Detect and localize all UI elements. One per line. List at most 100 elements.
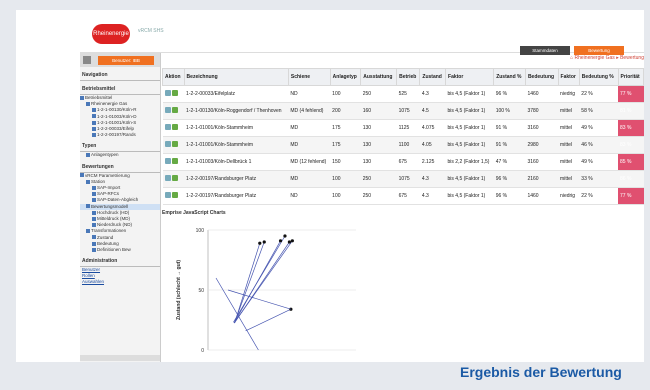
folder-icon xyxy=(86,179,90,184)
table-row[interactable]: 1-2-1-01001/Köln-Stammheim MD 175 130 1100 4.… xyxy=(162,136,644,154)
column-header[interactable]: Bedeutung xyxy=(524,68,559,86)
action-cell xyxy=(162,170,185,188)
user-button[interactable]: Benutzer: IBB xyxy=(98,56,154,65)
table-cell: mittel xyxy=(558,170,580,188)
tree-betriebsmittel: Betriebsmittel Rheinenergie Gas 1-2-1-00… xyxy=(80,95,160,138)
station-icon xyxy=(92,120,96,125)
data-point[interactable] xyxy=(258,241,262,245)
column-header[interactable]: Aktion xyxy=(162,68,185,86)
series-line xyxy=(234,241,265,324)
data-point[interactable] xyxy=(287,240,291,244)
app-title: vRCM SHS xyxy=(138,28,164,34)
column-header[interactable]: Ausstattung xyxy=(360,68,398,86)
data-point[interactable] xyxy=(283,234,287,238)
grid-icon[interactable] xyxy=(83,56,91,64)
column-header[interactable]: Priorität xyxy=(617,68,644,86)
column-header[interactable]: Bezeichnung xyxy=(183,68,289,86)
rheinenergie-logo: Rheinenergie xyxy=(92,24,130,44)
column-header[interactable]: Faktor xyxy=(445,68,495,86)
breadcrumb: ⌂ Rheinenergie Gas ▸ Bewertung xyxy=(570,55,644,61)
table-row[interactable]: 1-2-1-01003/Köln-Dellbrück 1 MD (12 fehle… xyxy=(162,153,644,171)
table-cell: bis 4,5 (Faktor 1) xyxy=(445,102,494,120)
column-header[interactable]: Bedeutung % xyxy=(578,68,619,86)
search-icon[interactable] xyxy=(164,192,171,198)
table-row[interactable]: 1-2-2-00197/Randsburger Platz MD 100 250 107… xyxy=(162,170,644,188)
series-line xyxy=(227,289,291,310)
series-line xyxy=(215,277,259,351)
gear-icon xyxy=(92,223,96,228)
station-icon xyxy=(92,133,96,138)
table-cell: 4.05 xyxy=(419,136,446,154)
tree-item[interactable]: 1-2-2-00197/Rands xyxy=(80,132,160,138)
table-cell: 2.125 xyxy=(419,153,446,171)
table-row[interactable]: 1-2-2-00033/Eifelplatz ND 100 250 525 4.3 bis … xyxy=(162,85,644,103)
table-cell: bis 4,5 (Faktor 1) xyxy=(445,170,494,188)
table-cell: bis 4,5 (Faktor 1) xyxy=(445,85,494,103)
column-header[interactable]: Betrieb xyxy=(396,68,421,86)
edit-icon[interactable] xyxy=(171,192,178,198)
search-icon[interactable] xyxy=(164,141,171,147)
tree-item[interactable]: Anlagentypen xyxy=(80,152,160,158)
series-line xyxy=(233,240,281,324)
data-point[interactable] xyxy=(278,239,283,243)
search-icon[interactable] xyxy=(164,107,171,113)
data-point[interactable] xyxy=(290,239,294,243)
column-header[interactable]: Faktor xyxy=(557,68,580,86)
edit-icon[interactable] xyxy=(171,90,178,96)
station-icon xyxy=(92,108,96,113)
column-header[interactable]: Anlagetyp xyxy=(329,68,362,86)
table-cell: 100 xyxy=(330,85,361,103)
table-cell: 49 % xyxy=(579,119,619,137)
table-cell: bis 4,5 (Faktor 1) xyxy=(445,187,494,205)
table-cell: 96 % xyxy=(493,187,526,205)
series-line xyxy=(234,241,290,324)
search-icon[interactable] xyxy=(164,90,171,96)
table-cell: 1-2-2-00197/Randsburger Platz xyxy=(184,170,289,188)
section-typen: Typen xyxy=(80,141,160,153)
column-header[interactable]: Zustand % xyxy=(493,68,526,86)
edit-icon[interactable] xyxy=(171,141,178,147)
edit-icon[interactable] xyxy=(171,158,178,164)
search-icon[interactable] xyxy=(164,124,171,130)
table-cell: MD xyxy=(288,119,331,137)
folder-icon xyxy=(86,204,90,209)
column-header[interactable]: Schiene xyxy=(287,68,331,86)
table-cell: 1-2-1-01001/Köln-Stammheim xyxy=(184,119,289,137)
data-point[interactable] xyxy=(262,240,266,244)
station-icon xyxy=(92,126,96,131)
edit-icon[interactable] xyxy=(171,175,178,181)
app-window: Rheinenergie vRCM SHS Stammdaten Bewertu… xyxy=(16,10,644,362)
table-cell: 4.075 xyxy=(419,119,446,137)
section-bewertungen: Bewertungen xyxy=(80,162,160,173)
edit-icon[interactable] xyxy=(171,107,178,113)
table-row[interactable]: 1-2-1-01001/Köln-Stammheim MD 175 130 1125 4.… xyxy=(162,119,644,137)
column-header[interactable]: Zustand xyxy=(419,68,447,86)
table-row[interactable]: 1-2-2-00197/Randsburger Platz ND 100 250 675… xyxy=(162,187,644,205)
table-cell: 4.3 xyxy=(419,170,446,188)
edit-icon[interactable] xyxy=(171,124,178,130)
table-cell: 250 xyxy=(360,187,397,205)
table-cell: 100 xyxy=(330,187,361,205)
table-cell: 175 xyxy=(330,119,361,137)
table-cell: bis 4,5 (Faktor 1) xyxy=(445,136,494,154)
link-auswahlen[interactable]: Auswahlen xyxy=(80,279,160,285)
table-cell: 1-2-1-01003/Köln-Dellbrück 1 xyxy=(184,153,289,171)
gear-icon xyxy=(92,241,96,246)
tree-item[interactable]: Definitionen Bew xyxy=(80,247,160,253)
table-cell: 525 xyxy=(396,85,420,103)
search-icon[interactable] xyxy=(164,175,171,181)
left-scrollbar[interactable] xyxy=(80,355,160,361)
table-row[interactable]: 1-2-1-00130/Köln-Roggendorf / Thenhoven M… xyxy=(162,102,644,120)
search-icon[interactable] xyxy=(164,158,171,164)
table-cell: bis 2,2 (Faktor 1,5) xyxy=(445,153,494,171)
y-tick-label: 50 xyxy=(198,288,204,294)
y-axis-label: Zustand (schlecht → gut) xyxy=(176,260,182,320)
table-cell: 81 % xyxy=(618,102,644,120)
tree-typen: Anlagentypen xyxy=(80,152,160,158)
table-cell: MD xyxy=(288,136,331,154)
table-cell: 1-2-2-00197/Randsburger Platz xyxy=(184,187,289,205)
app-header: Rheinenergie vRCM SHS Stammdaten Bewertu… xyxy=(80,18,644,55)
section-betriebsmittel: Betriebsmittel xyxy=(80,84,160,95)
table-cell: niedrig xyxy=(558,85,580,103)
doc-icon xyxy=(92,198,96,203)
